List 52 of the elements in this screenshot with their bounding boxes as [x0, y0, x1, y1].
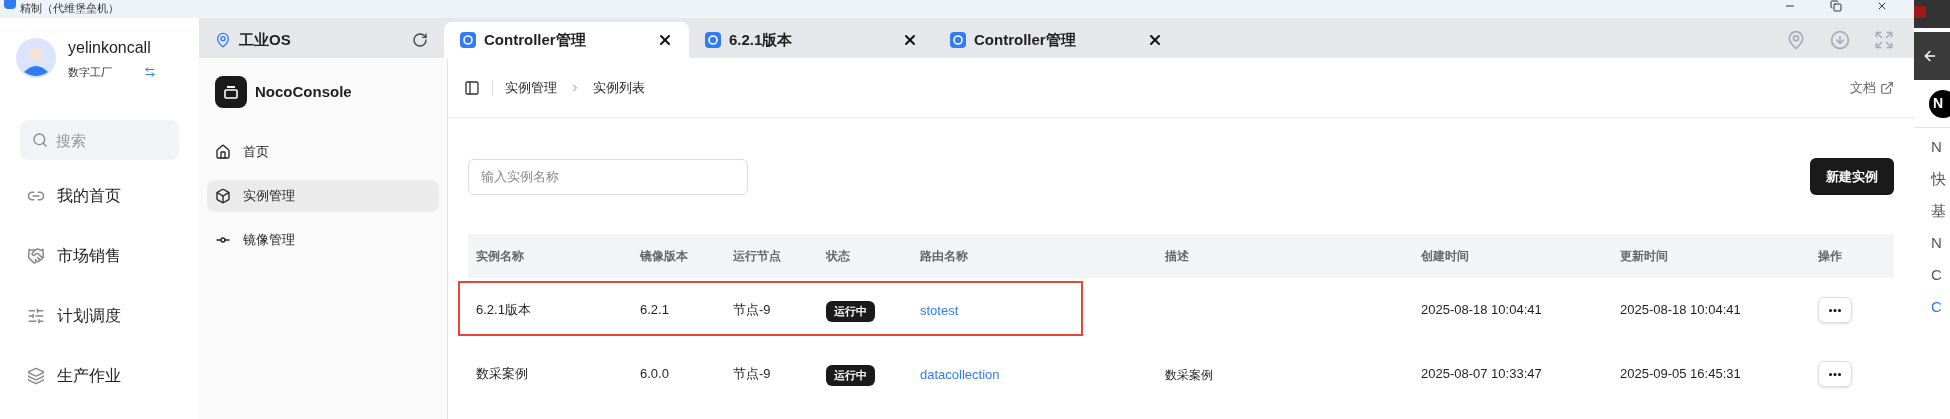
column-header: 运行节点	[733, 248, 782, 265]
create-button[interactable]: 新建实例	[1810, 158, 1894, 195]
nav-item[interactable]: 首页	[207, 136, 439, 168]
column-header: 镜像版本	[640, 248, 689, 265]
avatar-badge: N	[1929, 89, 1950, 118]
route-link[interactable]: stotest	[920, 303, 959, 318]
cut-off-text: N	[1931, 137, 1943, 157]
cut-off-text: 快	[1931, 169, 1947, 189]
table-cell-text: 6.2.1版本	[476, 301, 532, 320]
browser-tab[interactable]: 6.2.1版本	[689, 22, 934, 58]
breadcrumb-item: 实例列表	[593, 78, 645, 97]
column-header: 描述	[1165, 248, 1190, 265]
window-title: 精制（代维堡垒机）	[20, 1, 119, 16]
table-cell: 数采案例	[1165, 368, 1213, 382]
sidebar-item[interactable]: 我的首页	[27, 180, 199, 212]
status-badge: 运行中	[826, 301, 875, 322]
sidebar-item[interactable]: 生产作业	[27, 360, 199, 392]
sidebar-item[interactable]: 市场销售	[27, 240, 199, 272]
table-cell-text: 数采案例	[476, 365, 529, 384]
table-cell-text: 2025-08-18 10:04:41	[1421, 301, 1543, 320]
status-badge: 运行中	[826, 365, 875, 386]
column-header: 路由名称	[920, 248, 969, 265]
table-cell-text: 节点-9	[733, 365, 772, 384]
column-header: 状态	[826, 248, 851, 265]
table-cell-text: 2025-09-05 16:45:31	[1620, 365, 1742, 384]
organization-name: 数字工厂	[68, 64, 112, 80]
nav-item[interactable]: 实例管理	[207, 180, 439, 212]
table-cell-text: 6.2.1	[640, 301, 670, 320]
cut-off-text[interactable]: C	[1931, 296, 1950, 318]
browser-tab[interactable]: 工业OS	[199, 22, 444, 58]
column-header: 创建时间	[1421, 248, 1470, 265]
breadcrumb-item[interactable]: 实例管理	[505, 77, 557, 98]
nav-item[interactable]: 镜像管理	[207, 224, 439, 256]
column-header: 更新时间	[1620, 248, 1669, 265]
docs-link[interactable]: 文档	[1850, 77, 1876, 98]
search-field[interactable]: 搜索	[20, 120, 179, 160]
app-name: NocoConsole	[255, 81, 352, 102]
cut-off-text: 基	[1931, 201, 1947, 221]
column-header: 实例名称	[476, 248, 525, 265]
table-cell-text: 节点-9	[733, 301, 772, 320]
table-cell-text: 2025-08-18 10:04:41	[1620, 301, 1742, 320]
table-cell-text: 2025-08-07 10:33:47	[1421, 365, 1543, 384]
browser-tab[interactable]: Controller管理	[934, 22, 1179, 58]
user-name: yelinkoncall	[68, 37, 152, 58]
sidebar-item[interactable]: 计划调度	[27, 300, 199, 332]
browser-tab[interactable]: Controller管理	[444, 22, 689, 58]
column-header: 操作	[1818, 248, 1843, 265]
search-field[interactable]: 输入实例名称	[468, 158, 748, 195]
route-link[interactable]: datacollection	[920, 367, 1000, 382]
table-cell-text: 6.0.0	[640, 365, 670, 384]
cut-off-text: C	[1931, 265, 1943, 285]
cut-off-text: N	[1931, 233, 1943, 253]
